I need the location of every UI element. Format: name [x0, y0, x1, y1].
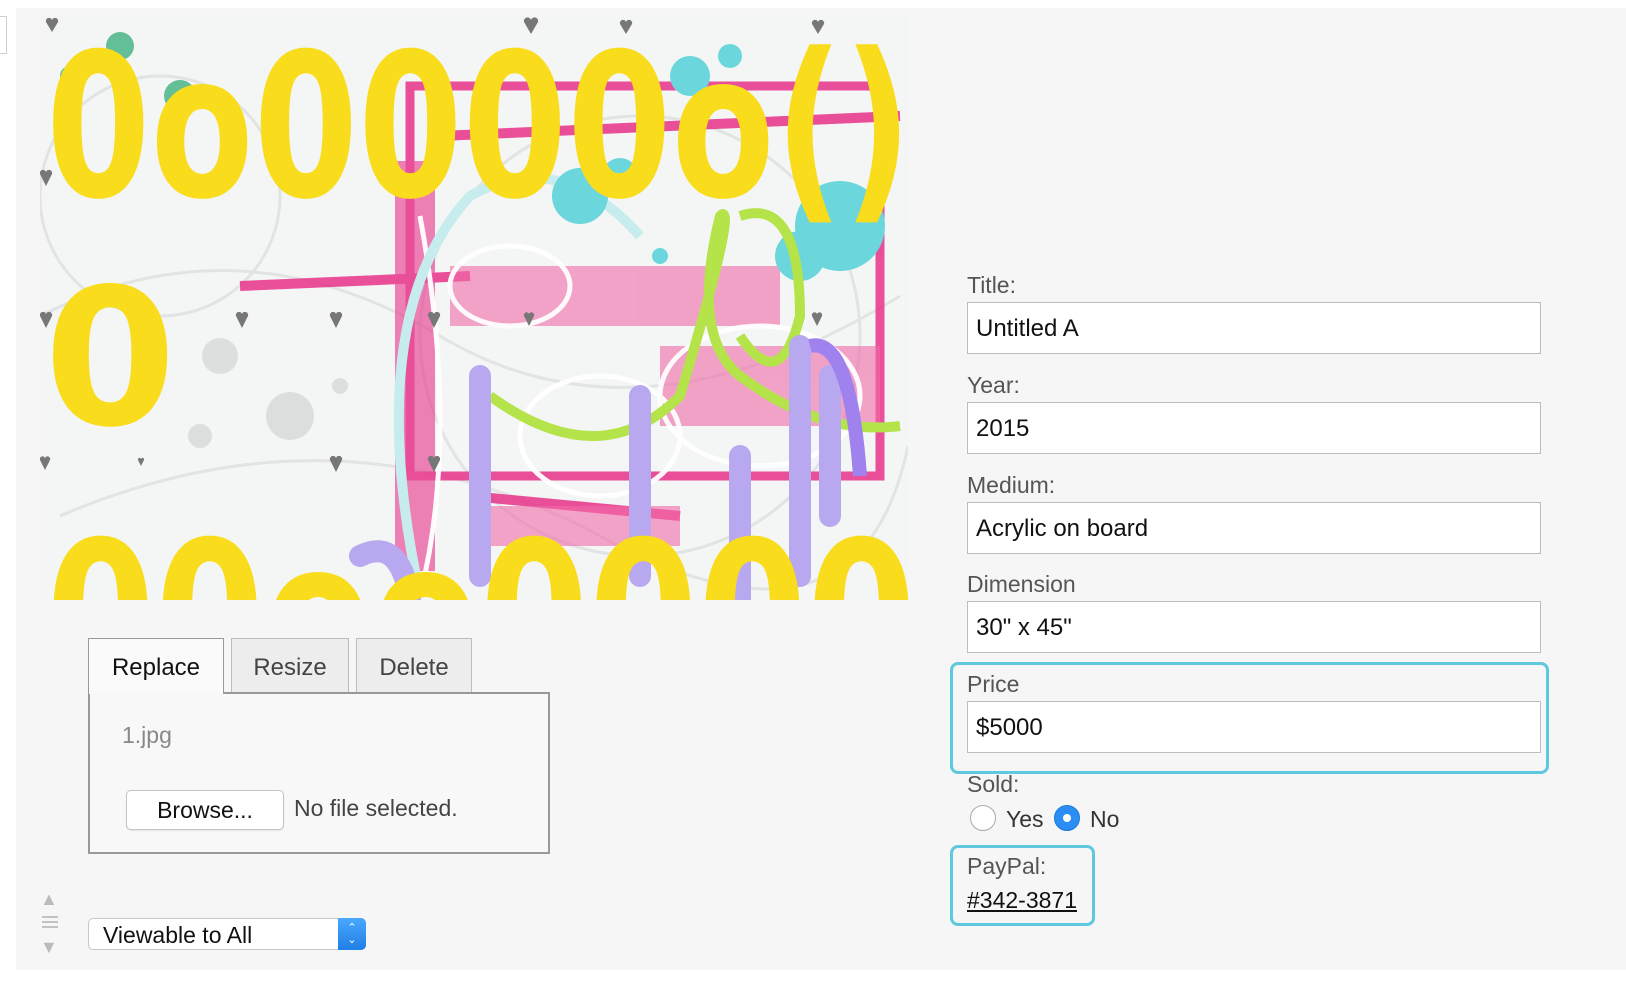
title-label: Title: [967, 272, 1016, 298]
sold-yes-label[interactable]: Yes [1006, 806, 1044, 833]
reorder-handle[interactable]: ▲ ▼ [38, 890, 62, 956]
dimension-label: Dimension [967, 571, 1076, 597]
sold-label: Sold: [967, 771, 1020, 797]
arrow-up-icon[interactable]: ▲ [40, 890, 58, 908]
sold-no-radio[interactable] [1054, 805, 1080, 831]
sold-yes-radio[interactable] [970, 805, 996, 831]
visibility-selected-value: Viewable to All [103, 922, 253, 948]
browse-button[interactable]: Browse... [126, 790, 284, 830]
year-input[interactable]: 2015 [967, 402, 1541, 454]
visibility-select[interactable]: Viewable to All ⌃ ⌄ [88, 918, 366, 950]
medium-label: Medium: [967, 472, 1056, 498]
arrow-down-icon[interactable]: ▼ [40, 938, 58, 956]
tab-resize[interactable]: Resize [231, 638, 349, 692]
drag-handle-icon[interactable] [42, 916, 58, 931]
price-input[interactable]: $5000 [967, 701, 1541, 753]
paypal-link[interactable]: #342-3871 [967, 887, 1077, 914]
artwork-image: 0o0000o() 0 00oo0000 [40, 16, 908, 600]
year-label: Year: [967, 372, 1020, 398]
sold-no-label[interactable]: No [1090, 806, 1119, 833]
replace-panel: 1.jpg Browse... No file selected. [88, 692, 550, 854]
medium-input[interactable]: Acrylic on board [967, 502, 1541, 554]
price-label: Price [967, 671, 1020, 697]
tab-replace[interactable]: Replace [88, 638, 224, 694]
current-file-name: 1.jpg [122, 722, 172, 748]
select-chevron-icon[interactable]: ⌃ ⌄ [338, 918, 366, 950]
art-glyph-row-2: 0 [44, 248, 176, 469]
tab-delete[interactable]: Delete [356, 638, 472, 692]
title-input[interactable]: Untitled A [967, 302, 1541, 354]
art-glyph-row-1: 0o0000o() [46, 16, 908, 244]
art-glyph-row-3: 00oo0000 [46, 499, 908, 600]
paypal-label: PayPal: [967, 853, 1047, 879]
side-edge-marker [0, 16, 7, 54]
file-status-text: No file selected. [294, 795, 458, 821]
dimension-input[interactable]: 30" x 45" [967, 601, 1541, 653]
